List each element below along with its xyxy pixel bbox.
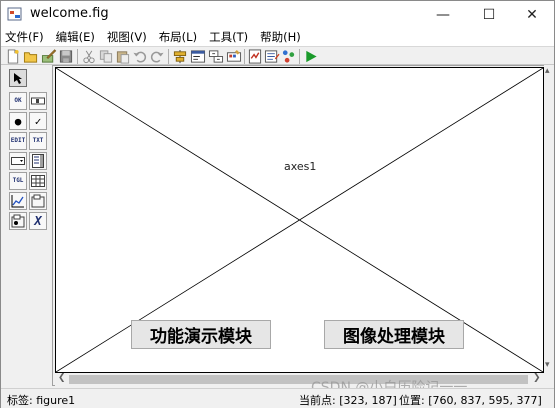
menu-bar: 文件(F) 编辑(E) 视图(V) 布局(L) 工具(T) 帮助(H) bbox=[1, 28, 554, 46]
guide-window: welcome.fig — ☐ ✕ 文件(F) 编辑(E) 视图(V) 布局(L… bbox=[0, 0, 555, 408]
status-tag: 标签: figure1 bbox=[7, 394, 76, 407]
scroll-down-icon[interactable]: ▾ bbox=[545, 361, 550, 370]
scroll-up-icon[interactable]: ▴ bbox=[545, 67, 550, 76]
axes-placeholder[interactable]: axes1 bbox=[55, 67, 544, 373]
axes-tag: axes1 bbox=[284, 160, 317, 173]
menu-editor-icon[interactable] bbox=[190, 49, 206, 64]
title-bar: welcome.fig — ☐ ✕ bbox=[1, 1, 554, 28]
listbox-icon bbox=[32, 154, 44, 168]
checkbox-tool[interactable]: ✓ bbox=[29, 112, 47, 130]
property-inspector-icon[interactable] bbox=[264, 49, 280, 64]
status-current-point: 当前点: [323, 187] bbox=[299, 394, 397, 407]
object-browser-icon[interactable] bbox=[281, 49, 297, 64]
align-icon[interactable] bbox=[172, 49, 188, 64]
push-button-icon: OK bbox=[14, 97, 22, 104]
open-icon[interactable] bbox=[23, 49, 39, 64]
menu-edit[interactable]: 编辑(E) bbox=[56, 29, 95, 45]
close-icon: ✕ bbox=[526, 6, 538, 23]
save-icon[interactable] bbox=[58, 49, 74, 64]
table-tool[interactable] bbox=[29, 172, 47, 190]
redo-icon[interactable] bbox=[149, 49, 165, 64]
vertical-scrollbar[interactable]: ▴ ▾ bbox=[544, 65, 554, 386]
button-group-tool[interactable] bbox=[9, 212, 27, 230]
close-button[interactable]: ✕ bbox=[510, 1, 554, 28]
static-text-tool[interactable]: TXT bbox=[29, 132, 47, 150]
toolbar-separator bbox=[244, 49, 245, 64]
select-tool[interactable] bbox=[9, 69, 27, 87]
toolbar bbox=[1, 46, 554, 65]
image-processing-button[interactable]: 图像处理模块 bbox=[324, 320, 464, 349]
toggle-button-icon: TGL bbox=[12, 177, 24, 184]
toolbar-separator bbox=[299, 49, 300, 64]
popup-menu-tool[interactable] bbox=[9, 152, 27, 170]
maximize-button[interactable]: ☐ bbox=[467, 1, 511, 28]
panel-tool[interactable] bbox=[29, 192, 47, 210]
menu-tools[interactable]: 工具(T) bbox=[209, 29, 248, 45]
guide-app-icon bbox=[7, 7, 22, 21]
maximize-icon: ☐ bbox=[482, 6, 496, 23]
radio-button-icon: ● bbox=[14, 114, 22, 128]
slider-tool[interactable] bbox=[29, 92, 47, 110]
slider-icon bbox=[31, 97, 45, 105]
toggle-button-tool[interactable]: TGL bbox=[9, 172, 27, 190]
radio-button-tool[interactable]: ● bbox=[9, 112, 27, 130]
activex-tool[interactable]: X bbox=[29, 212, 47, 230]
scroll-left-icon[interactable]: ❮ bbox=[58, 374, 66, 383]
toolbar-separator bbox=[168, 49, 169, 64]
edit-icon[interactable] bbox=[41, 49, 57, 64]
table-icon bbox=[31, 175, 45, 187]
feature-demo-button[interactable]: 功能演示模块 bbox=[131, 320, 271, 349]
undo-icon[interactable] bbox=[132, 49, 148, 64]
menu-file[interactable]: 文件(F) bbox=[5, 29, 44, 45]
activex-icon: X bbox=[34, 214, 42, 228]
static-text-icon: TXT bbox=[32, 137, 44, 144]
push-button-tool[interactable]: OK bbox=[9, 92, 27, 110]
copy-icon[interactable] bbox=[98, 49, 114, 64]
toolbar-separator bbox=[77, 49, 78, 64]
listbox-tool[interactable] bbox=[29, 152, 47, 170]
checkbox-icon: ✓ bbox=[34, 114, 42, 128]
edit-text-icon: EDIT bbox=[10, 137, 26, 144]
minimize-icon: — bbox=[436, 6, 450, 23]
menu-help[interactable]: 帮助(H) bbox=[260, 29, 301, 45]
scroll-right-icon[interactable]: ❯ bbox=[533, 374, 541, 383]
pointer-icon bbox=[14, 73, 22, 84]
tab-order-icon[interactable] bbox=[208, 49, 224, 64]
run-icon[interactable] bbox=[303, 49, 319, 64]
edit-text-tool[interactable]: EDIT bbox=[9, 132, 27, 150]
status-position: 位置: [760, 837, 595, 377] bbox=[399, 394, 542, 407]
horizontal-scrollbar[interactable]: ❮ ❯ bbox=[55, 373, 544, 386]
axes-tool[interactable] bbox=[9, 192, 27, 210]
paste-icon[interactable] bbox=[115, 49, 131, 64]
mfile-editor-icon[interactable] bbox=[247, 49, 263, 64]
axes-icon bbox=[11, 195, 24, 208]
component-palette: OK ● ✓ EDIT TXT TGL X bbox=[4, 67, 48, 385]
panel-icon bbox=[31, 194, 45, 208]
popup-menu-icon bbox=[11, 157, 25, 165]
cut-icon[interactable] bbox=[81, 49, 97, 64]
minimize-button[interactable]: — bbox=[421, 1, 465, 28]
new-icon[interactable] bbox=[5, 49, 21, 64]
window-title: welcome.fig bbox=[30, 6, 109, 21]
menu-view[interactable]: 视图(V) bbox=[107, 29, 147, 45]
axes-cross-lines bbox=[56, 68, 543, 372]
status-bar: 标签: figure1 当前点: [323, 187] 位置: [760, 83… bbox=[1, 388, 554, 408]
menu-layout[interactable]: 布局(L) bbox=[159, 29, 197, 45]
toolbar-editor-icon[interactable] bbox=[226, 49, 242, 64]
button-group-icon bbox=[11, 214, 25, 228]
